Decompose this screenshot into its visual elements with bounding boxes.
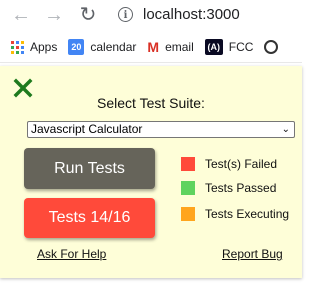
fcc-icon: (A) [204,39,223,55]
test-suite-select[interactable]: Javascript Calculator ⌄ [27,121,295,138]
legend-label: Tests Executing [205,207,290,221]
browser-toolbar: ← → ↻ i localhost:3000 [0,0,302,30]
chevron-down-icon: ⌄ [281,124,290,135]
report-bug-link[interactable]: Report Bug [222,247,283,261]
bookmark-fcc[interactable]: (A) FCC [204,39,254,55]
bookmarks-bar: Apps 20 calendar M email (A) FCC [0,32,302,62]
passed-swatch [181,181,195,195]
suite-label: Select Test Suite: [97,95,205,111]
legend-passed: Tests Passed [181,181,276,195]
apps-grid-icon [11,40,24,54]
gmail-icon: M [147,39,160,55]
selected-suite: Javascript Calculator [31,122,143,136]
run-tests-button[interactable]: Run Tests [24,148,155,189]
failed-swatch [181,157,195,171]
forward-arrow-icon[interactable]: → [43,4,65,26]
info-icon[interactable]: i [118,6,133,22]
calendar-icon: 20 [68,39,85,55]
bookmark-apps[interactable]: Apps [11,40,57,54]
legend-executing: Tests Executing [181,207,289,221]
test-results-button[interactable]: Tests 14/16 [24,198,155,238]
ask-for-help-link[interactable]: Ask For Help [37,247,106,261]
divider [0,62,302,63]
legend-label: Tests Passed [205,181,277,195]
address-bar[interactable]: i localhost:3000 [106,2,302,26]
bookmark-label: FCC [228,40,254,54]
bookmark-calendar[interactable]: 20 calendar [68,39,136,55]
test-suite-panel: Select Test Suite: Javascript Calculator… [0,66,302,278]
bookmark-email[interactable]: M email [147,39,193,55]
legend-failed: Test(s) Failed [181,157,277,171]
executing-swatch [181,207,195,221]
reload-icon[interactable]: ↻ [77,4,99,26]
bookmark-label: calendar [90,40,137,54]
legend-label: Test(s) Failed [205,157,278,171]
back-arrow-icon[interactable]: ← [10,4,32,26]
bookmark-label: email [165,40,194,54]
bookmark-overflow-icon [264,40,279,54]
bookmark-more[interactable] [264,40,279,54]
address-url[interactable]: localhost:3000 [143,6,240,23]
bookmark-label: Apps [30,40,58,54]
